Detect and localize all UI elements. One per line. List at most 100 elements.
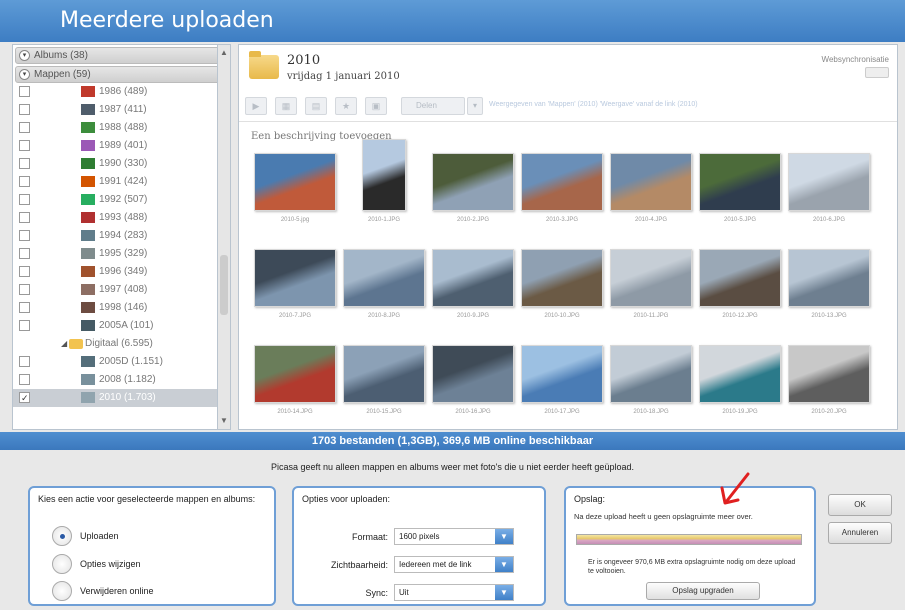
photo-image[interactable] [343, 345, 425, 403]
sync-select[interactable]: Uit ▼ [394, 584, 514, 601]
photo-thumbnail[interactable]: 2010-3.JPG [518, 153, 606, 223]
tree-scrollbar[interactable]: ▲ ▼ [217, 44, 231, 430]
chevron-down-icon[interactable]: ▾ [467, 97, 483, 115]
sidebar-item[interactable]: 1998 (146) [13, 299, 229, 317]
expand-icon[interactable]: ◢ [61, 335, 67, 353]
chevron-down-icon[interactable]: ▼ [495, 529, 513, 544]
photo-image[interactable] [432, 153, 514, 211]
sidebar-item[interactable]: 2008 (1.182) [13, 371, 229, 389]
checkbox[interactable] [19, 248, 30, 259]
ok-button[interactable]: OK [828, 494, 892, 516]
photo-image[interactable] [788, 249, 870, 307]
checkbox[interactable] [19, 140, 30, 151]
photo-image[interactable] [343, 249, 425, 307]
radio-button[interactable] [52, 554, 72, 574]
photo-image[interactable] [254, 345, 336, 403]
sidebar-item[interactable]: 1994 (283) [13, 227, 229, 245]
folder-digitaal[interactable]: ◢ Digitaal (6.595) [13, 335, 229, 353]
expand-icon[interactable]: ▾ [19, 69, 30, 80]
checkbox[interactable] [19, 122, 30, 133]
photo-image[interactable] [788, 153, 870, 211]
checkbox[interactable] [19, 176, 30, 187]
photo-thumbnail[interactable]: 2010-12.JPG [696, 249, 784, 319]
checkbox[interactable] [19, 374, 30, 385]
checkbox[interactable] [19, 158, 30, 169]
photo-thumbnail[interactable]: 2010-18.JPG [607, 345, 695, 415]
photo-image[interactable] [699, 249, 781, 307]
sidebar-item[interactable]: 2005D (1.151) [13, 353, 229, 371]
checkbox[interactable] [19, 302, 30, 313]
radio-button[interactable] [52, 526, 72, 546]
sidebar-item[interactable]: 1997 (408) [13, 281, 229, 299]
scroll-up-icon[interactable]: ▲ [219, 48, 229, 58]
photo-image[interactable] [610, 249, 692, 307]
checkbox[interactable] [19, 212, 30, 223]
upgrade-storage-button[interactable]: Opslag upgraden [646, 582, 760, 600]
expand-icon[interactable]: ▾ [19, 50, 30, 61]
checkbox[interactable] [19, 194, 30, 205]
photo-image[interactable] [521, 345, 603, 403]
sidebar-item[interactable]: 1988 (488) [13, 119, 229, 137]
chevron-down-icon[interactable]: ▼ [495, 557, 513, 572]
save-icon[interactable]: ▣ [365, 97, 387, 115]
photo-image[interactable] [788, 345, 870, 403]
checkbox[interactable] [19, 86, 30, 97]
folders-header[interactable]: ▾ Mappen (59) [15, 66, 227, 83]
photo-image[interactable] [254, 249, 336, 307]
photo-thumbnail[interactable]: 2010-14.JPG [251, 345, 339, 415]
visibility-select[interactable]: Iedereen met de link ▼ [394, 556, 514, 573]
sidebar-item[interactable]: 1987 (411) [13, 101, 229, 119]
sidebar-item[interactable]: 2005A (101) [13, 317, 229, 335]
star-icon[interactable]: ★ [335, 97, 357, 115]
checkbox[interactable] [19, 104, 30, 115]
sidebar-item[interactable]: 1991 (424) [13, 173, 229, 191]
sidebar-item[interactable]: 1993 (488) [13, 209, 229, 227]
checkbox[interactable] [19, 320, 30, 331]
format-select[interactable]: 1600 pixels ▼ [394, 528, 514, 545]
sidebar-item[interactable]: 1995 (329) [13, 245, 229, 263]
photo-thumbnail[interactable]: 2010-15.JPG [340, 345, 428, 415]
photo-image[interactable] [432, 345, 514, 403]
photo-thumbnail[interactable]: 2010-19.JPG [696, 345, 784, 415]
photo-thumbnail[interactable]: 2010-5.jpg [251, 153, 339, 223]
sidebar-item[interactable]: 1996 (349) [13, 263, 229, 281]
photo-image[interactable] [521, 249, 603, 307]
photo-image[interactable] [254, 153, 336, 211]
scroll-down-icon[interactable]: ▼ [219, 416, 229, 426]
checkbox[interactable] [19, 356, 30, 367]
chevron-down-icon[interactable]: ▼ [495, 585, 513, 600]
movie-icon[interactable]: ▤ [305, 97, 327, 115]
play-icon[interactable]: ▶ [245, 97, 267, 115]
checkbox[interactable] [19, 389, 30, 407]
albums-header[interactable]: ▾ Albums (38) [15, 47, 227, 64]
photo-thumbnail[interactable]: 2010-9.JPG [429, 249, 517, 319]
photo-image[interactable] [699, 345, 781, 403]
sidebar-item[interactable]: 1986 (489) [13, 83, 229, 101]
photo-thumbnail[interactable]: 2010-2.JPG [429, 153, 517, 223]
photo-thumbnail[interactable]: 2010-13.JPG [785, 249, 873, 319]
photo-image[interactable] [699, 153, 781, 211]
collage-icon[interactable]: ▦ [275, 97, 297, 115]
checkbox[interactable] [19, 266, 30, 277]
photo-thumbnail[interactable]: 2010-6.JPG [785, 153, 873, 223]
photo-thumbnail[interactable]: 2010-8.JPG [340, 249, 428, 319]
photo-thumbnail[interactable]: 2010-5.JPG [696, 153, 784, 223]
sidebar-item[interactable]: 1989 (401) [13, 137, 229, 155]
sidebar-item[interactable]: 1990 (330) [13, 155, 229, 173]
photo-image[interactable] [362, 139, 406, 211]
sidebar-item[interactable]: 2010 (1.703) [13, 389, 229, 407]
photo-image[interactable] [610, 153, 692, 211]
photo-thumbnail[interactable]: 2010-20.JPG [785, 345, 873, 415]
radio-button[interactable] [52, 581, 72, 601]
websync-toggle[interactable] [865, 67, 889, 78]
photo-thumbnail[interactable]: 2010-17.JPG [518, 345, 606, 415]
checkbox[interactable] [19, 230, 30, 241]
photo-thumbnail[interactable]: 2010-16.JPG [429, 345, 517, 415]
cancel-button[interactable]: Annuleren [828, 522, 892, 544]
photo-image[interactable] [610, 345, 692, 403]
photo-thumbnail[interactable]: 2010-4.JPG [607, 153, 695, 223]
photo-image[interactable] [432, 249, 514, 307]
share-button[interactable]: Delen [401, 97, 465, 115]
photo-image[interactable] [521, 153, 603, 211]
photo-thumbnail[interactable]: 2010-11.JPG [607, 249, 695, 319]
